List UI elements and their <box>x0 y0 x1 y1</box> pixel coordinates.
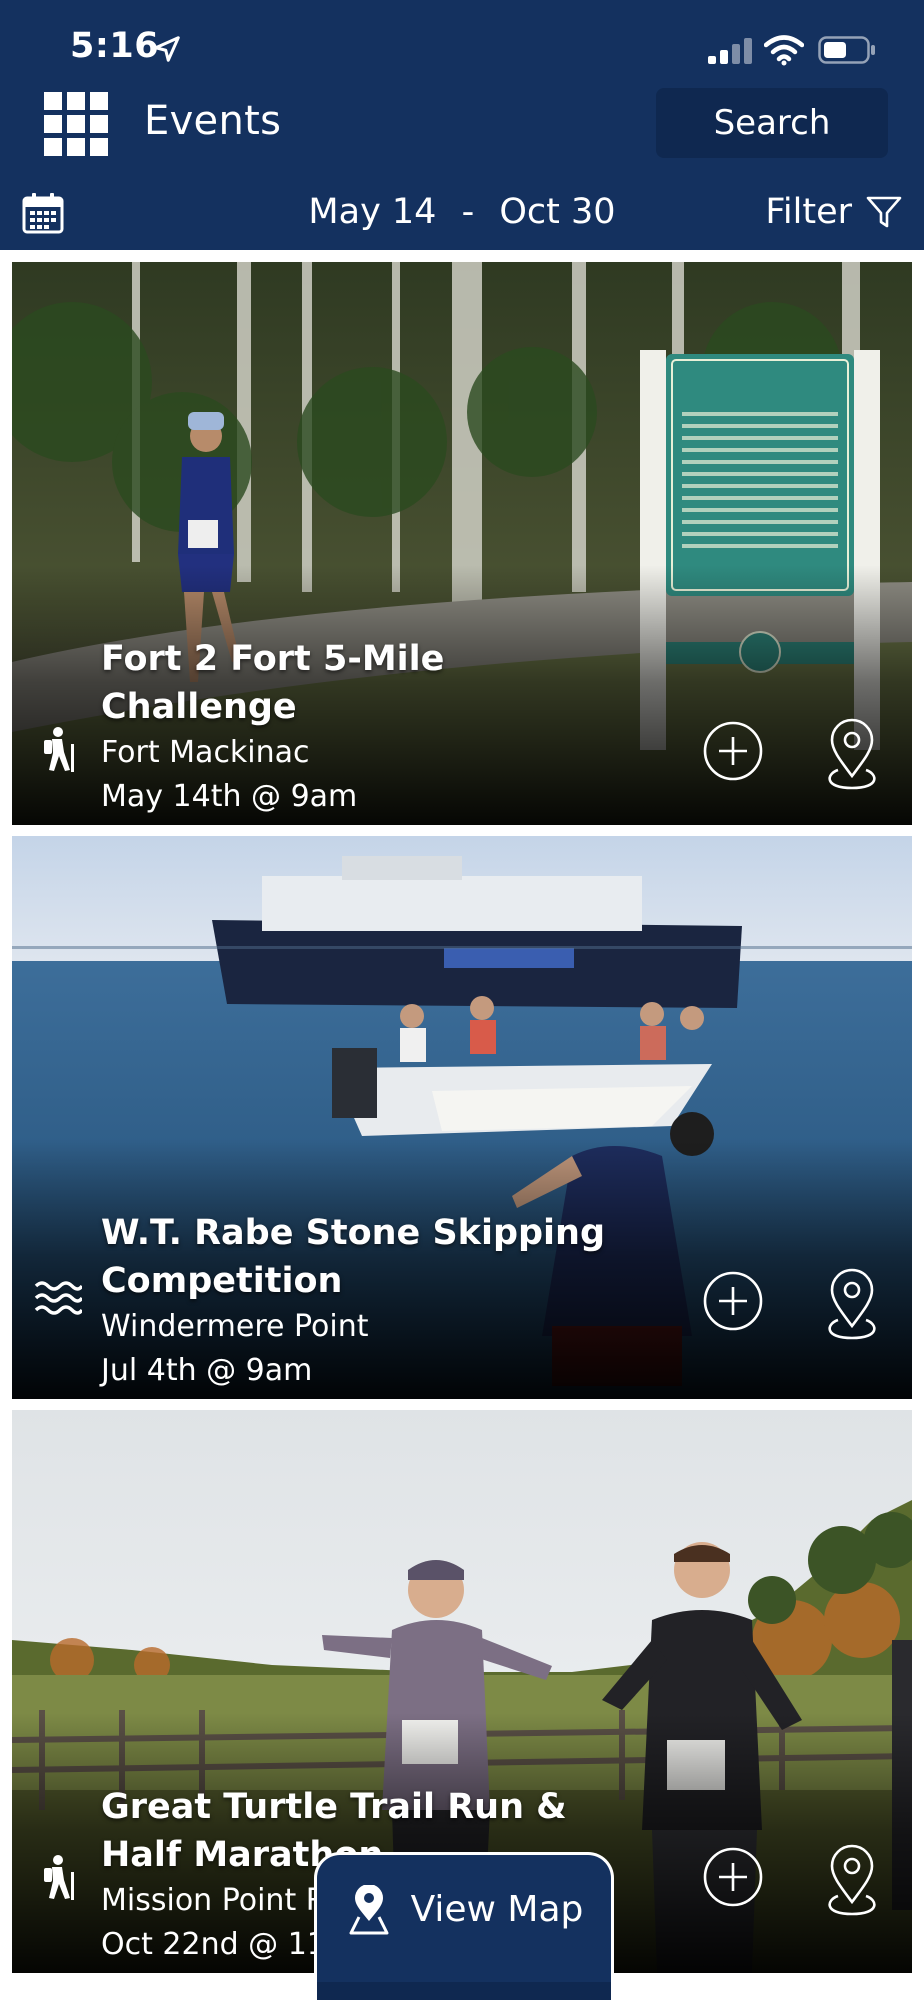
filter-label: Filter <box>765 192 852 232</box>
hiking-icon <box>44 1855 74 1900</box>
map-pin-icon <box>349 1885 389 1935</box>
date-end: Oct 30 <box>499 192 616 232</box>
page-title: Events <box>144 98 282 144</box>
app-header: 5:16 Events Search May 14 - Oct 30 Filte… <box>0 0 924 250</box>
app-grid-menu-icon[interactable] <box>44 92 108 156</box>
battery-icon <box>818 36 875 64</box>
add-event-plus-icon[interactable] <box>702 1270 764 1332</box>
event-card-fort-2-fort[interactable]: Fort 2 Fort 5-Mile Challenge Fort Mackin… <box>12 262 912 825</box>
event-datetime: Jul 4th @ 9am <box>101 1353 313 1388</box>
date-separator: - <box>461 192 475 232</box>
map-pin-icon[interactable] <box>820 1844 884 1918</box>
event-venue: Fort Mackinac <box>101 735 310 770</box>
add-event-plus-icon[interactable] <box>702 1846 764 1908</box>
event-venue: Windermere Point <box>101 1309 369 1344</box>
filter-button[interactable]: Filter <box>765 192 902 232</box>
wifi-icon <box>764 35 804 66</box>
event-datetime: May 14th @ 9am <box>101 779 358 814</box>
event-card-stone-skipping[interactable]: W.T. Rabe Stone Skipping Competition Win… <box>12 836 912 1399</box>
view-map-label: View Map <box>410 1889 584 1930</box>
status-time: 5:16 <box>70 26 160 66</box>
date-start: May 14 <box>308 192 437 232</box>
cellular-signal-icon <box>708 38 752 64</box>
view-map-bottom-bar <box>317 1982 611 2000</box>
filter-funnel-icon <box>866 196 902 228</box>
location-arrow-icon <box>154 36 180 62</box>
event-title: Fort 2 Fort 5-Mile Challenge <box>101 639 445 727</box>
search-button[interactable]: Search <box>656 88 888 158</box>
hiking-icon <box>44 727 74 772</box>
event-info: W.T. Rabe Stone Skipping Competition Win… <box>101 1209 652 1393</box>
event-info: Fort 2 Fort 5-Mile Challenge Fort Mackin… <box>101 635 652 819</box>
water-waves-icon <box>34 1281 82 1315</box>
add-event-plus-icon[interactable] <box>702 720 764 782</box>
map-pin-icon[interactable] <box>820 718 884 792</box>
view-map-button[interactable]: View Map <box>314 1852 614 2000</box>
map-pin-icon[interactable] <box>820 1268 884 1342</box>
event-title: W.T. Rabe Stone Skipping Competition <box>101 1213 606 1301</box>
status-bar: 5:16 <box>0 0 924 80</box>
